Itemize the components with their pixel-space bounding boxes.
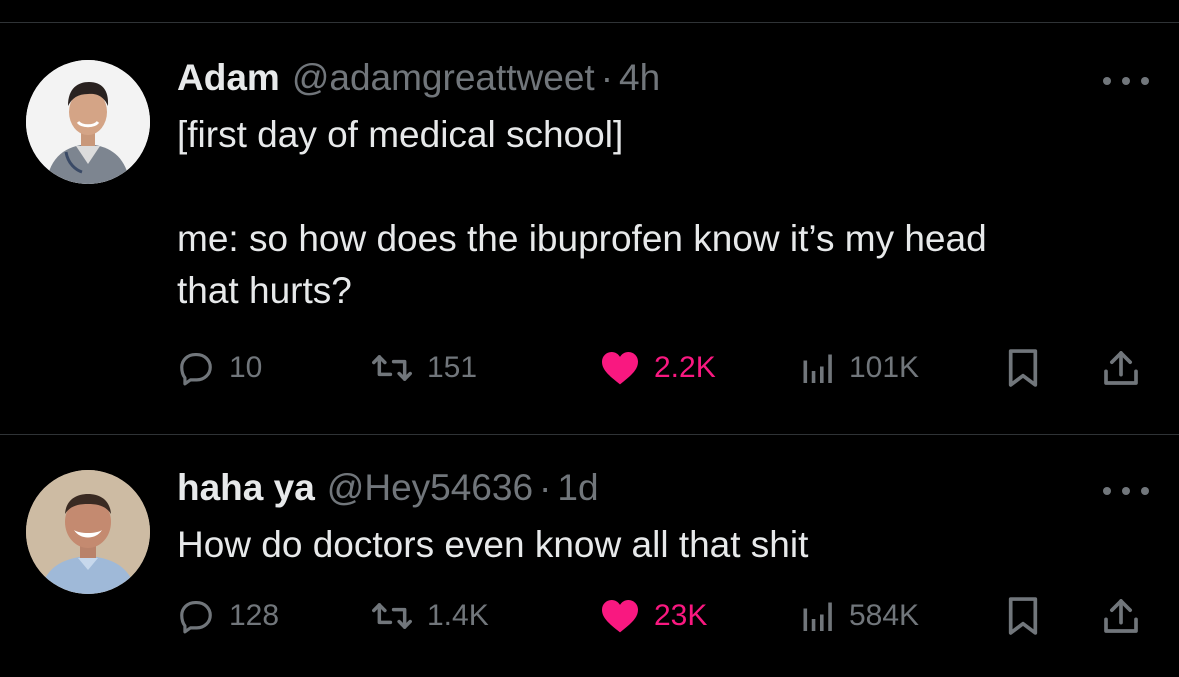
share-icon (1104, 599, 1138, 633)
views-count: 584K (849, 599, 920, 632)
tweet-text-line: [first day of medical school] (177, 114, 624, 155)
user-handle[interactable]: @adamgreattweet (292, 58, 595, 98)
more-icon[interactable] (1103, 483, 1149, 499)
separator-dot: · (539, 467, 552, 508)
tweet-header: Adam @adamgreattweet · 4h (177, 58, 660, 98)
tweet-text: [first day of medical school] me: so how… (177, 109, 1157, 317)
tweet-text-line: that hurts? (177, 270, 352, 311)
like-button[interactable]: 23K (600, 593, 707, 639)
views-icon (803, 354, 832, 383)
reply-count: 10 (229, 351, 263, 384)
views-button[interactable]: 584K (799, 593, 919, 639)
retweet-count: 151 (427, 351, 478, 384)
retweet-button[interactable]: 151 (371, 345, 477, 391)
retweet-button[interactable]: 1.4K (371, 593, 489, 639)
more-icon[interactable] (1103, 73, 1149, 89)
bookmark-button[interactable] (1005, 345, 1041, 391)
reply-button[interactable]: 10 (177, 345, 262, 391)
user-handle[interactable]: @Hey54636 (327, 468, 533, 508)
tweet-text: How do doctors even know all that shit (177, 519, 1157, 571)
reply-count: 128 (229, 599, 280, 632)
bookmark-icon (1008, 597, 1038, 635)
views-button[interactable]: 101K (799, 345, 919, 391)
tweet-text-line-blank (177, 161, 1157, 213)
action-bar: 10 151 2.2K 101K (177, 345, 1157, 391)
timestamp[interactable]: 1d (557, 468, 598, 508)
separator-dot: · (600, 57, 614, 98)
reply-button[interactable]: 128 (177, 593, 279, 639)
tweet[interactable]: Adam @adamgreattweet · 4h [first day of … (0, 23, 1179, 434)
views-icon (803, 602, 832, 631)
views-count: 101K (849, 351, 920, 384)
bookmark-icon (1008, 349, 1038, 387)
share-button[interactable] (1101, 593, 1141, 639)
action-bar: 128 1.4K 23K 584K (177, 593, 1157, 639)
share-icon (1104, 351, 1138, 385)
tweet-header: haha ya @Hey54636 · 1d (177, 468, 599, 508)
display-name[interactable]: haha ya (177, 468, 315, 508)
avatar[interactable] (26, 60, 150, 184)
share-button[interactable] (1101, 345, 1141, 391)
like-count: 2.2K (654, 351, 716, 384)
bookmark-button[interactable] (1005, 593, 1041, 639)
tweet[interactable]: haha ya @Hey54636 · 1d How do doctors ev… (0, 435, 1179, 677)
retweet-icon (372, 603, 412, 629)
retweet-count: 1.4K (427, 599, 489, 632)
like-count: 23K (654, 599, 708, 632)
tweet-text-line: How do doctors even know all that shit (177, 524, 809, 565)
heart-icon (602, 599, 638, 633)
timestamp[interactable]: 4h (619, 58, 660, 98)
retweet-icon (372, 355, 412, 381)
display-name[interactable]: Adam (177, 58, 280, 98)
heart-icon (602, 351, 638, 385)
avatar[interactable] (26, 470, 150, 594)
reply-icon (180, 352, 212, 386)
tweet-text-line: me: so how does the ibuprofen know it’s … (177, 218, 987, 259)
reply-icon (180, 600, 212, 634)
like-button[interactable]: 2.2K (600, 345, 716, 391)
